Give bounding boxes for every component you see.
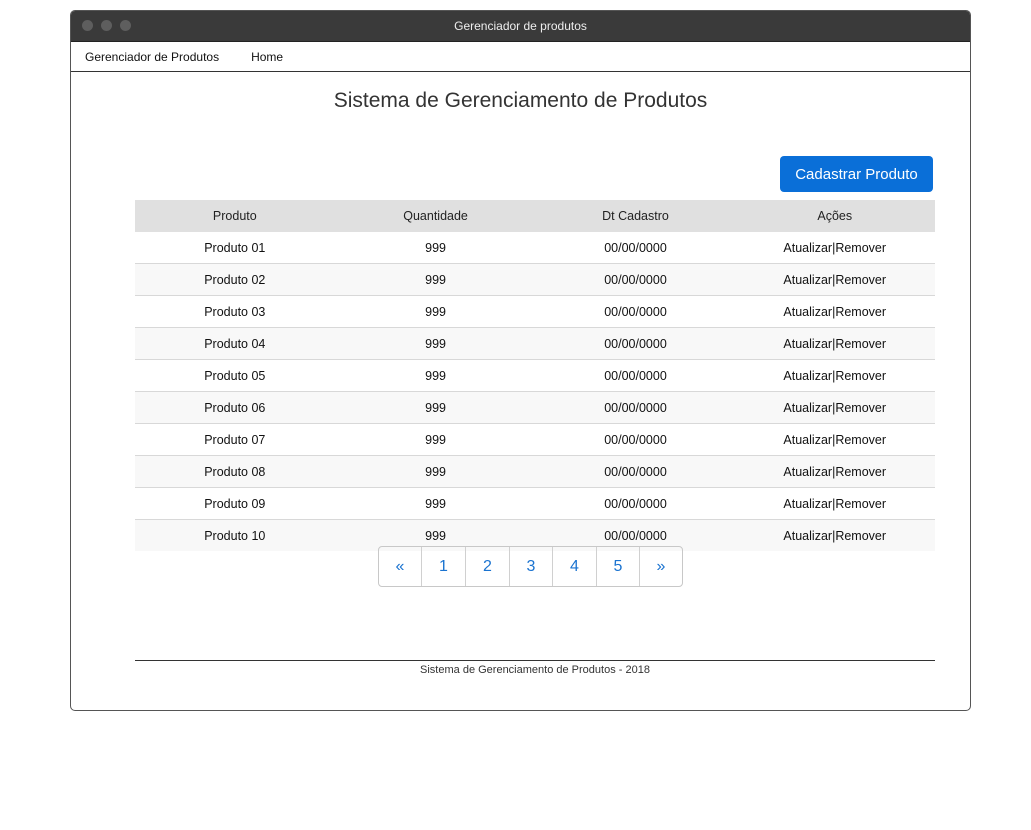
pagination-page-2[interactable]: 2 xyxy=(465,547,509,586)
table-row: Produto 06 999 00/00/0000 Atualizar|Remover xyxy=(135,391,935,424)
cell-quantidade: 999 xyxy=(334,263,537,296)
cell-produto: Produto 06 xyxy=(135,391,335,424)
update-link[interactable]: Atualizar xyxy=(783,241,832,255)
cell-produto: Produto 08 xyxy=(135,455,335,488)
page-title: Sistema de Gerenciamento de Produtos xyxy=(333,89,708,112)
cell-acoes: Atualizar|Remover xyxy=(734,391,935,424)
cell-dt-cadastro: 00/00/0000 xyxy=(536,487,735,520)
column-header-quantidade: Quantidade xyxy=(334,200,537,232)
cell-quantidade: 999 xyxy=(334,423,537,456)
table-row: Produto 04 999 00/00/0000 Atualizar|Remover xyxy=(135,327,935,360)
cell-dt-cadastro: 00/00/0000 xyxy=(536,455,735,488)
update-link[interactable]: Atualizar xyxy=(783,305,832,319)
cell-quantidade: 999 xyxy=(334,391,537,424)
cell-dt-cadastro: 00/00/0000 xyxy=(536,423,735,456)
cell-quantidade: 999 xyxy=(334,295,537,328)
remove-link[interactable]: Remover xyxy=(835,337,886,351)
cell-acoes: Atualizar|Remover xyxy=(734,359,935,392)
column-header-dt-cadastro: Dt Cadastro xyxy=(536,200,735,232)
cell-acoes: Atualizar|Remover xyxy=(734,519,935,551)
table-row: Produto 09 999 00/00/0000 Atualizar|Remover xyxy=(135,487,935,520)
update-link[interactable]: Atualizar xyxy=(783,401,832,415)
cell-acoes: Atualizar|Remover xyxy=(734,263,935,296)
close-window-icon[interactable] xyxy=(82,20,93,31)
cell-acoes: Atualizar|Remover xyxy=(734,487,935,520)
cell-produto: Produto 01 xyxy=(204,240,266,255)
cell-dt-cadastro: 00/00/0000 xyxy=(536,295,735,328)
remove-link[interactable]: Remover xyxy=(835,465,886,479)
window-controls xyxy=(82,20,131,31)
pagination-page-4[interactable]: 4 xyxy=(552,547,596,586)
add-product-button[interactable]: Cadastrar Produto xyxy=(780,156,933,192)
column-header-acoes: Ações xyxy=(734,200,935,232)
cell-quantidade: 999 xyxy=(334,359,537,392)
menu-bar: Gerenciador de Produtos Home xyxy=(71,41,970,72)
maximize-window-icon[interactable] xyxy=(120,20,131,31)
update-link[interactable]: Atualizar xyxy=(783,465,832,479)
pagination-page-5[interactable]: 5 xyxy=(596,547,639,586)
pagination: « 1 2 3 4 5 » xyxy=(378,546,683,587)
cell-dt-cadastro: 00/00/0000 xyxy=(536,263,735,296)
cell-dt-cadastro: 00/00/0000 xyxy=(536,359,735,392)
cell-acoes: Atualizar|Remover xyxy=(734,295,935,328)
cell-acoes: Atualizar|Remover xyxy=(734,423,935,456)
column-header-produto: Produto xyxy=(135,200,335,232)
cell-produto: Produto 09 xyxy=(135,487,335,520)
pagination-page-3[interactable]: 3 xyxy=(509,547,552,586)
table-row: Produto 03 999 00/00/0000 Atualizar|Remover xyxy=(135,295,935,328)
cell-quantidade: 999 xyxy=(425,240,446,255)
pagination-next-button[interactable]: » xyxy=(639,547,682,586)
cell-quantidade: 999 xyxy=(334,455,537,488)
remove-link[interactable]: Remover xyxy=(835,401,886,415)
pagination-page-1[interactable]: 1 xyxy=(421,547,465,586)
cell-acoes: Atualizar|Remover xyxy=(734,455,935,488)
cell-quantidade: 999 xyxy=(334,327,537,360)
update-link[interactable]: Atualizar xyxy=(783,337,832,351)
pagination-prev-button[interactable]: « xyxy=(379,547,421,586)
table-row: Produto 01 999 00/00/0000 Atualizar|Remover xyxy=(135,232,935,264)
cell-produto: Produto 04 xyxy=(135,327,335,360)
footer-divider xyxy=(135,660,935,661)
products-table: Produto Quantidade Dt Cadastro Ações Pro… xyxy=(135,200,935,551)
cell-quantidade: 999 xyxy=(334,487,537,520)
menu-item-home[interactable]: Home xyxy=(251,50,283,64)
app-window: Gerenciador de produtos Gerenciador de P… xyxy=(70,10,971,711)
window-title: Gerenciador de produtos xyxy=(454,19,587,33)
remove-link[interactable]: Remover xyxy=(835,433,886,447)
remove-link[interactable]: Remover xyxy=(835,369,886,383)
menu-item-gerenciador[interactable]: Gerenciador de Produtos xyxy=(85,50,219,64)
update-link[interactable]: Atualizar xyxy=(783,369,832,383)
table-row: Produto 02 999 00/00/0000 Atualizar|Remover xyxy=(135,263,935,296)
update-link[interactable]: Atualizar xyxy=(783,433,832,447)
cell-produto: Produto 03 xyxy=(135,295,335,328)
remove-link[interactable]: Remover xyxy=(835,273,886,287)
cell-produto: Produto 02 xyxy=(135,263,335,296)
table-row: Produto 07 999 00/00/0000 Atualizar|Remover xyxy=(135,423,935,456)
cell-acoes: Atualizar|Remover xyxy=(734,327,935,360)
title-bar: Gerenciador de produtos xyxy=(71,11,970,41)
minimize-window-icon[interactable] xyxy=(101,20,112,31)
cell-produto: Produto 05 xyxy=(135,359,335,392)
table-header-row: Produto Quantidade Dt Cadastro Ações xyxy=(135,200,935,232)
remove-link[interactable]: Remover xyxy=(835,497,886,511)
cell-dt-cadastro: 00/00/0000 xyxy=(536,391,735,424)
table-row: Produto 08 999 00/00/0000 Atualizar|Remover xyxy=(135,455,935,488)
cell-produto: Produto 07 xyxy=(135,423,335,456)
cell-produto: Produto 10 xyxy=(135,519,335,551)
update-link[interactable]: Atualizar xyxy=(783,529,832,543)
remove-link[interactable]: Remover xyxy=(835,305,886,319)
footer-text: Sistema de Gerenciamento de Produtos - 2… xyxy=(420,664,650,676)
remove-link[interactable]: Remover xyxy=(835,529,886,543)
remove-link[interactable]: Remover xyxy=(835,241,886,255)
cell-acoes: Atualizar|Remover xyxy=(734,232,935,264)
update-link[interactable]: Atualizar xyxy=(783,273,832,287)
cell-dt-cadastro: 00/00/0000 xyxy=(604,240,667,255)
table-row: Produto 05 999 00/00/0000 Atualizar|Remover xyxy=(135,359,935,392)
update-link[interactable]: Atualizar xyxy=(783,497,832,511)
cell-dt-cadastro: 00/00/0000 xyxy=(536,327,735,360)
